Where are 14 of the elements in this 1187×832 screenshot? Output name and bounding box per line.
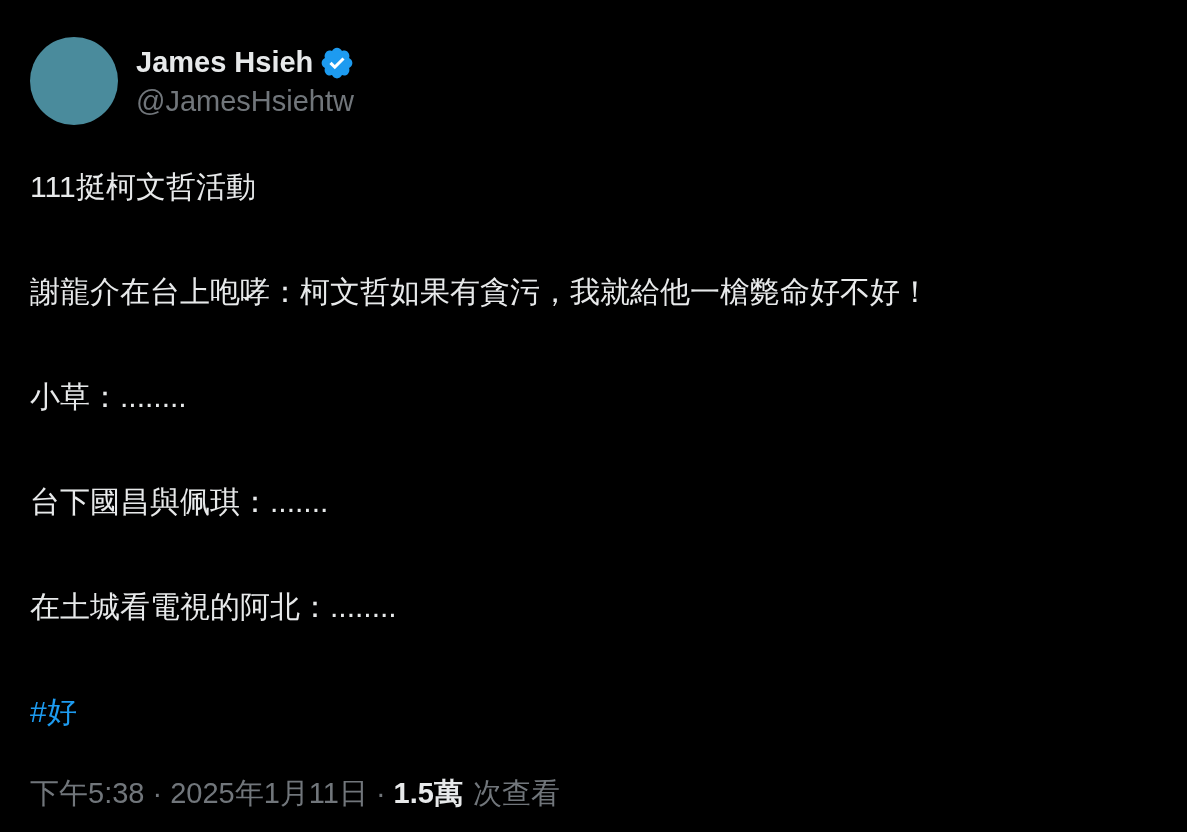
views-label: 次查看 xyxy=(472,776,560,811)
post-text: 謝龍介在台上咆哮：柯文哲如果有貪污，我就給他一槍斃命好不好！ xyxy=(30,274,931,310)
post-text: 111挺柯文哲活動 xyxy=(30,169,257,205)
post-text: 在土城看電視的阿北：........ xyxy=(30,589,398,625)
view-count: 1.5萬 xyxy=(393,776,463,811)
post-date[interactable]: 2025年1月11日 xyxy=(170,774,368,814)
separator-dot: · xyxy=(152,777,163,810)
hashtag-link[interactable]: #好 xyxy=(30,686,1157,738)
author-name[interactable]: James Hsieh xyxy=(136,46,314,79)
author-handle[interactable]: @JamesHsiehtw xyxy=(136,84,356,118)
post-text: 小草：........ xyxy=(30,379,188,415)
post-text: 台下國昌與佩琪：....... xyxy=(30,484,330,520)
separator-dot: · xyxy=(375,777,386,810)
post-time[interactable]: 下午5:38 xyxy=(30,774,145,814)
